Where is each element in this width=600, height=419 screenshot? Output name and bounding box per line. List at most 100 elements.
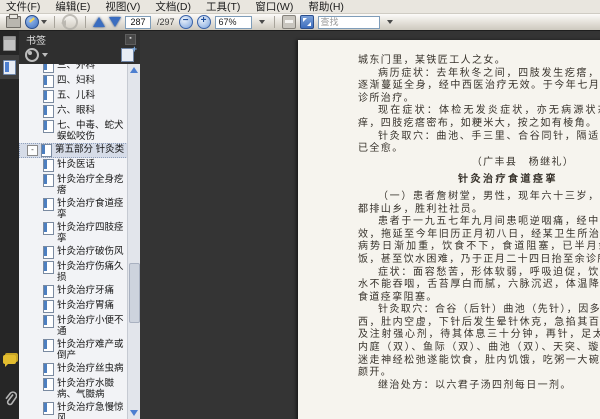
bookmark-page-icon [43, 246, 54, 259]
menu-item[interactable]: 编辑(E) [54, 0, 91, 14]
menu-item[interactable]: 窗口(W) [254, 0, 294, 14]
scroll-up-button[interactable] [130, 67, 138, 73]
menu-item[interactable]: 文档(D) [154, 0, 192, 14]
menu-item[interactable]: 工具(T) [205, 0, 241, 14]
page-total-label: /297 [157, 17, 175, 27]
export-icon [25, 15, 39, 29]
bookmark-row[interactable]: 针灸治疗急慢惊风 [19, 401, 128, 419]
tree-scrollbar[interactable] [127, 64, 140, 419]
previous-page-button[interactable] [93, 15, 105, 29]
fit-width-icon [281, 15, 296, 29]
bookmark-row[interactable]: 五、儿科 [19, 89, 128, 104]
bookmark-row[interactable]: 针灸治疗丝虫病 [19, 362, 128, 377]
bookmark-row[interactable]: 针灸治疗难产或倒产 [19, 338, 128, 362]
bookmark-page-icon [43, 159, 54, 172]
bookmark-row[interactable]: 四、妇科 [19, 74, 128, 89]
menu-bar: 文件(F) 编辑(E) 视图(V) 文档(D) 工具(T) 窗口(W) 帮助(H) [0, 0, 600, 14]
next-page-button[interactable] [109, 15, 121, 29]
bookmark-icon [3, 59, 16, 75]
bookmark-row[interactable]: 针灸治疗四肢痉挛 [19, 221, 128, 245]
document-page: 城东门里，某铁匠工人之女。病历症状：去年秋冬之间，四肢发生疙瘩，如小米状，逐渐蔓… [298, 40, 600, 419]
bookmark-row[interactable]: 针灸医话 [19, 158, 128, 173]
scroll-down-button[interactable] [130, 410, 138, 416]
bookmark-row[interactable]: 针灸治疗破伤风 [19, 245, 128, 260]
bookmark-row[interactable]: 针灸治疗食道痉挛 [19, 197, 128, 221]
bookmark-row[interactable]: 针灸治疗全身疙瘩 [19, 173, 128, 197]
pdf-reader-window: { "menu": { "items": ["文件(F)", "编辑(E)", … [0, 0, 600, 419]
bookmark-row[interactable]: 针灸治疗伤痛久损 [19, 260, 128, 284]
find-input[interactable] [317, 15, 380, 29]
bookmark-row[interactable]: 六、眼科 [19, 104, 128, 119]
bookmarks-options-row [19, 44, 140, 63]
zoom-in-button[interactable]: + [196, 15, 211, 29]
chevron-down-icon [41, 20, 47, 24]
bookmark-page-icon [43, 363, 54, 376]
navigation-tab-strip [0, 31, 19, 419]
export-button[interactable] [25, 15, 47, 29]
zoom-level-combo[interactable]: 67% [214, 15, 252, 29]
bookmark-label: 针灸治疗小便不通 [57, 315, 124, 337]
bookmark-page-icon [43, 378, 54, 391]
paragraph: 城东门里，某铁匠工人之女。 [358, 55, 507, 66]
panel-menu-button[interactable]: ▪ [125, 33, 136, 45]
print-button[interactable] [6, 14, 21, 29]
bookmark-row[interactable]: 针灸治疗牙痛 [19, 284, 128, 299]
bookmark-label: 针灸治疗丝虫病 [57, 363, 124, 374]
paperclip-icon [4, 391, 17, 406]
bookmark-page-icon [43, 90, 54, 103]
paragraph: 现在症状：体检无发炎症状，亦无病源状态，不痛不痒，四肢疙瘩密布，如粳米大，按之如… [358, 105, 600, 129]
bookmark-label: 针灸治疗难产或倒产 [57, 339, 124, 361]
document-pane[interactable]: 城东门里，某铁匠工人之女。病历症状：去年秋冬之间，四肢发生疙瘩，如小米状，逐渐蔓… [140, 31, 600, 419]
bookmark-row[interactable]: 针灸治疗水臌病、气臌病 [19, 377, 128, 401]
fit-page-button[interactable] [299, 15, 314, 29]
menu-item[interactable]: 视图(V) [104, 0, 141, 14]
chevron-down-icon [259, 20, 266, 24]
page-number-input[interactable] [125, 15, 151, 29]
bookmark-section-row[interactable]: - 第五部分 针灸类 [19, 143, 128, 158]
bookmark-page-icon [41, 144, 52, 157]
toolbar-separator [54, 16, 55, 28]
bookmark-label: 四、妇科 [57, 75, 96, 86]
bookmark-row[interactable]: 针灸治疗小便不通 [19, 314, 128, 338]
bookmark-page-icon [43, 222, 54, 235]
bookmark-page-icon [43, 120, 54, 133]
options-button[interactable] [25, 48, 48, 62]
gear-icon [25, 48, 39, 62]
previous-view-button[interactable] [61, 14, 78, 30]
attachments-panel-tab[interactable] [0, 387, 19, 411]
bookmark-page-icon [43, 174, 54, 187]
printer-icon [6, 14, 21, 28]
paragraph: 针灸取穴：曲池、手三里、合谷同针，隔适日施针后均已全愈。 [358, 130, 600, 155]
zoom-dropdown-button[interactable] [256, 16, 267, 29]
scroll-thumb[interactable] [129, 262, 140, 323]
bookmark-tree-list: 三、外科 四、妇科五、儿科六、眼科 七、中毒、蛇犬蜈蚣咬伤 - 第五部分 针灸类针灸医话… [19, 64, 128, 419]
comments-icon [3, 354, 16, 367]
zoom-out-button[interactable]: − [178, 15, 193, 29]
menu-item[interactable]: 文件(F) [5, 0, 41, 14]
bookmark-row[interactable]: 针灸治疗胃痛 [19, 299, 128, 314]
bookmarks-panel-tab[interactable] [0, 55, 19, 79]
new-bookmark-button[interactable] [121, 44, 137, 62]
paragraph: （一）患者詹树堂，男性，现年六十三岁，住广丰县八都排山乡，胜利社社员。 [358, 190, 600, 215]
bookmark-row[interactable]: 三、外科 [19, 64, 128, 74]
bookmark-label: 五、儿科 [57, 90, 96, 101]
toolbar-separator [85, 16, 86, 28]
pages-panel-tab[interactable] [0, 31, 19, 55]
bookmark-page-icon [43, 64, 54, 73]
fit-width-button[interactable] [281, 15, 296, 29]
bookmarks-panel: 书签 ▪ 三、外科四、妇科五、儿科六、眼科七、中毒、蛇犬蜈蚣咬伤 - 第五部分 针灸… [19, 31, 140, 419]
bookmark-row[interactable]: 七、中毒、蛇犬蜈蚣咬伤 [19, 119, 128, 143]
collapse-minus-icon[interactable]: - [27, 145, 38, 156]
bookmark-label: 第五部分 针灸类 [55, 144, 125, 155]
bookmark-page-icon [43, 105, 54, 118]
comments-panel-tab[interactable] [0, 347, 19, 371]
menu-item[interactable]: 帮助(H) [307, 0, 345, 14]
paragraph: 患者于一九五七年九月间患呃逆咽痛，经中西医治疗无效，拖延至今年旧历正月初八日，经… [358, 216, 600, 265]
bookmark-page-icon [43, 339, 54, 352]
paragraph: 症状：面容愁苦，形体软弱，呼吸迫促，饮食不纳，茶水不能吞咽，舌苔厚白而腻，六脉沉… [358, 266, 600, 303]
paragraph: 病历症状：去年秋冬之间，四肢发生疙瘩，如小米状，逐渐蔓延全身，经中西医治疗无效。… [358, 67, 600, 104]
zoom-in-icon: + [196, 15, 211, 29]
bookmark-label: 针灸治疗水臌病、气臌病 [57, 378, 115, 400]
toolbar: /297 − + 67% [0, 14, 600, 31]
find-dropdown-button[interactable] [384, 16, 395, 29]
